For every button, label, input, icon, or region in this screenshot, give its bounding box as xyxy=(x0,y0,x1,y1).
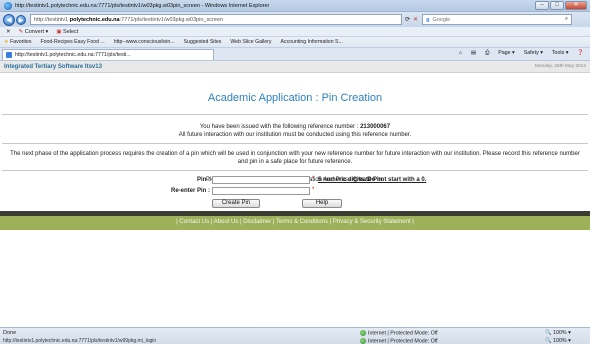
convert-toolbar: ✕ ✎ Convert ▾ ▣ Select xyxy=(0,27,590,37)
forward-icon[interactable]: ▶ xyxy=(16,14,26,25)
site-header: Integrated Tertiary Software Itsv13 Mond… xyxy=(0,61,590,73)
required-mark: * xyxy=(312,176,315,182)
close-toolbar-icon[interactable]: ✕ xyxy=(6,29,11,35)
favorites-bar: ★ Favorites Food-Recipes Easy Food ... h… xyxy=(0,37,590,48)
window-titlebar: http://testintv1.polytechnic.edu.na:7771… xyxy=(0,0,590,12)
required-mark: * xyxy=(312,187,315,193)
help-button[interactable]: Help xyxy=(302,199,342,208)
select-button[interactable]: ▣ Select xyxy=(56,29,78,35)
reference-number: 213000067 xyxy=(360,124,391,130)
window-controls: – □ ✕ xyxy=(535,1,587,10)
reference-text: You have been issued with the following … xyxy=(199,124,359,130)
favorites-item[interactable]: Food-Recipes Easy Food ... xyxy=(40,39,104,45)
page-title: Academic Application : Pin Creation xyxy=(207,92,383,104)
reference-notice: You have been issued with the following … xyxy=(0,123,590,139)
search-engine-label: Google xyxy=(432,16,451,23)
google-icon: g xyxy=(426,16,430,23)
page-icon xyxy=(6,51,12,58)
safety-menu[interactable]: Safety ▾ xyxy=(524,50,543,57)
tab-title: http://testintv1.polytechnic.edu.na:7771… xyxy=(15,51,131,58)
pin-row: Pin : * 5 numeric digits. Do not start w… xyxy=(0,176,590,186)
reenter-pin-label: Re-enter Pin : xyxy=(170,188,210,194)
status-bar: Done http://testintv1.polytechnic.edu.na… xyxy=(0,327,590,344)
favorites-item[interactable]: Suggested Sites xyxy=(184,39,222,45)
reenter-pin-input[interactable] xyxy=(212,187,310,195)
back-icon[interactable]: ◀ xyxy=(3,13,15,26)
maximize-icon[interactable]: □ xyxy=(550,1,564,10)
window-title: http://testintv1.polytechnic.edu.na:7771… xyxy=(15,2,270,9)
divider xyxy=(2,143,588,144)
address-rest: :7771/pls/testintv1/w03pkg.w03pin_screen xyxy=(119,16,223,23)
search-box[interactable]: g Google ⌕ xyxy=(422,14,573,25)
address-bar[interactable]: http://testintv1. polytechnic.edu.na:7771… xyxy=(30,14,402,25)
search-icon[interactable]: ⌕ xyxy=(565,16,568,23)
convert-icon: ✎ xyxy=(18,28,24,35)
status-text: Done xyxy=(3,330,17,336)
address-actions: ⟳ ✕ xyxy=(405,16,418,23)
button-row: Create Pin Help xyxy=(0,199,590,209)
refresh-icon[interactable]: ⟳ xyxy=(405,16,410,23)
ie-icon xyxy=(4,1,12,10)
star-icon: ★ xyxy=(4,39,9,45)
help-icon[interactable]: ❓ xyxy=(577,50,584,57)
address-toolbar: ◀ ▶ http://testintv1. polytechnic.edu.na:… xyxy=(0,12,590,27)
feeds-icon[interactable]: ▤ xyxy=(471,50,476,57)
pin-label: Pin : xyxy=(197,177,210,183)
home-icon[interactable]: ⌂ xyxy=(459,50,462,57)
page-content: Integrated Tertiary Software Itsv13 Mond… xyxy=(0,61,590,327)
favorites-item[interactable]: Accounting Information S... xyxy=(281,39,343,45)
favorites-button[interactable]: ★ Favorites xyxy=(4,39,31,45)
divider xyxy=(2,114,588,115)
pin-input[interactable] xyxy=(212,176,310,184)
site-date: Monday, 28th May 2012 xyxy=(534,64,586,69)
close-icon[interactable]: ✕ xyxy=(565,1,587,10)
security-zone-secondary[interactable]: Internet | Protected Mode: Off xyxy=(360,338,438,344)
favorites-item[interactable]: http--www.consciouslivin... xyxy=(114,39,175,45)
command-bar: ⌂ ▤ ⎙ Page ▾ Safety ▾ Tools ▾ ❓ xyxy=(459,50,584,57)
status-link-url: http://testintv1.polytechnic.edu.na:7771… xyxy=(3,338,157,344)
reenter-pin-row: Re-enter Pin : * xyxy=(0,187,590,197)
tools-menu[interactable]: Tools ▾ xyxy=(552,50,569,57)
minimize-icon[interactable]: – xyxy=(535,1,549,10)
zoom-level-secondary[interactable]: 🔍 100% ▾ xyxy=(545,338,571,344)
create-pin-button[interactable]: Create Pin xyxy=(212,199,260,208)
pin-hint: 5 numeric digits. Do not start with a 0. xyxy=(318,177,427,183)
footer-links[interactable]: | Contact Us | About Us | Disclaimer | T… xyxy=(0,219,590,225)
select-icon: ▣ xyxy=(56,28,62,35)
favorites-item[interactable]: Web Slice Gallery xyxy=(230,39,271,45)
print-icon[interactable]: ⎙ xyxy=(485,50,489,57)
site-name: Integrated Tertiary Software Itsv13 xyxy=(4,63,102,70)
zoom-level[interactable]: 🔍 100% ▾ xyxy=(545,330,571,336)
reference-instruction: All future interaction with our institut… xyxy=(178,132,412,138)
globe-icon xyxy=(360,338,366,344)
stop-icon[interactable]: ✕ xyxy=(413,16,418,23)
convert-button[interactable]: ✎ Convert ▾ xyxy=(19,29,49,35)
tab-active[interactable]: http://testintv1.polytechnic.edu.na:7771… xyxy=(2,48,214,60)
page-menu[interactable]: Page ▾ xyxy=(498,50,515,57)
security-zone[interactable]: Internet | Protected Mode: Off xyxy=(360,330,438,336)
divider xyxy=(2,170,588,171)
next-phase-text: The next phase of the application proces… xyxy=(10,151,580,165)
address-prefix: http://testintv1. xyxy=(34,16,70,23)
address-host: polytechnic.edu.na xyxy=(69,16,120,23)
globe-icon xyxy=(360,330,366,336)
